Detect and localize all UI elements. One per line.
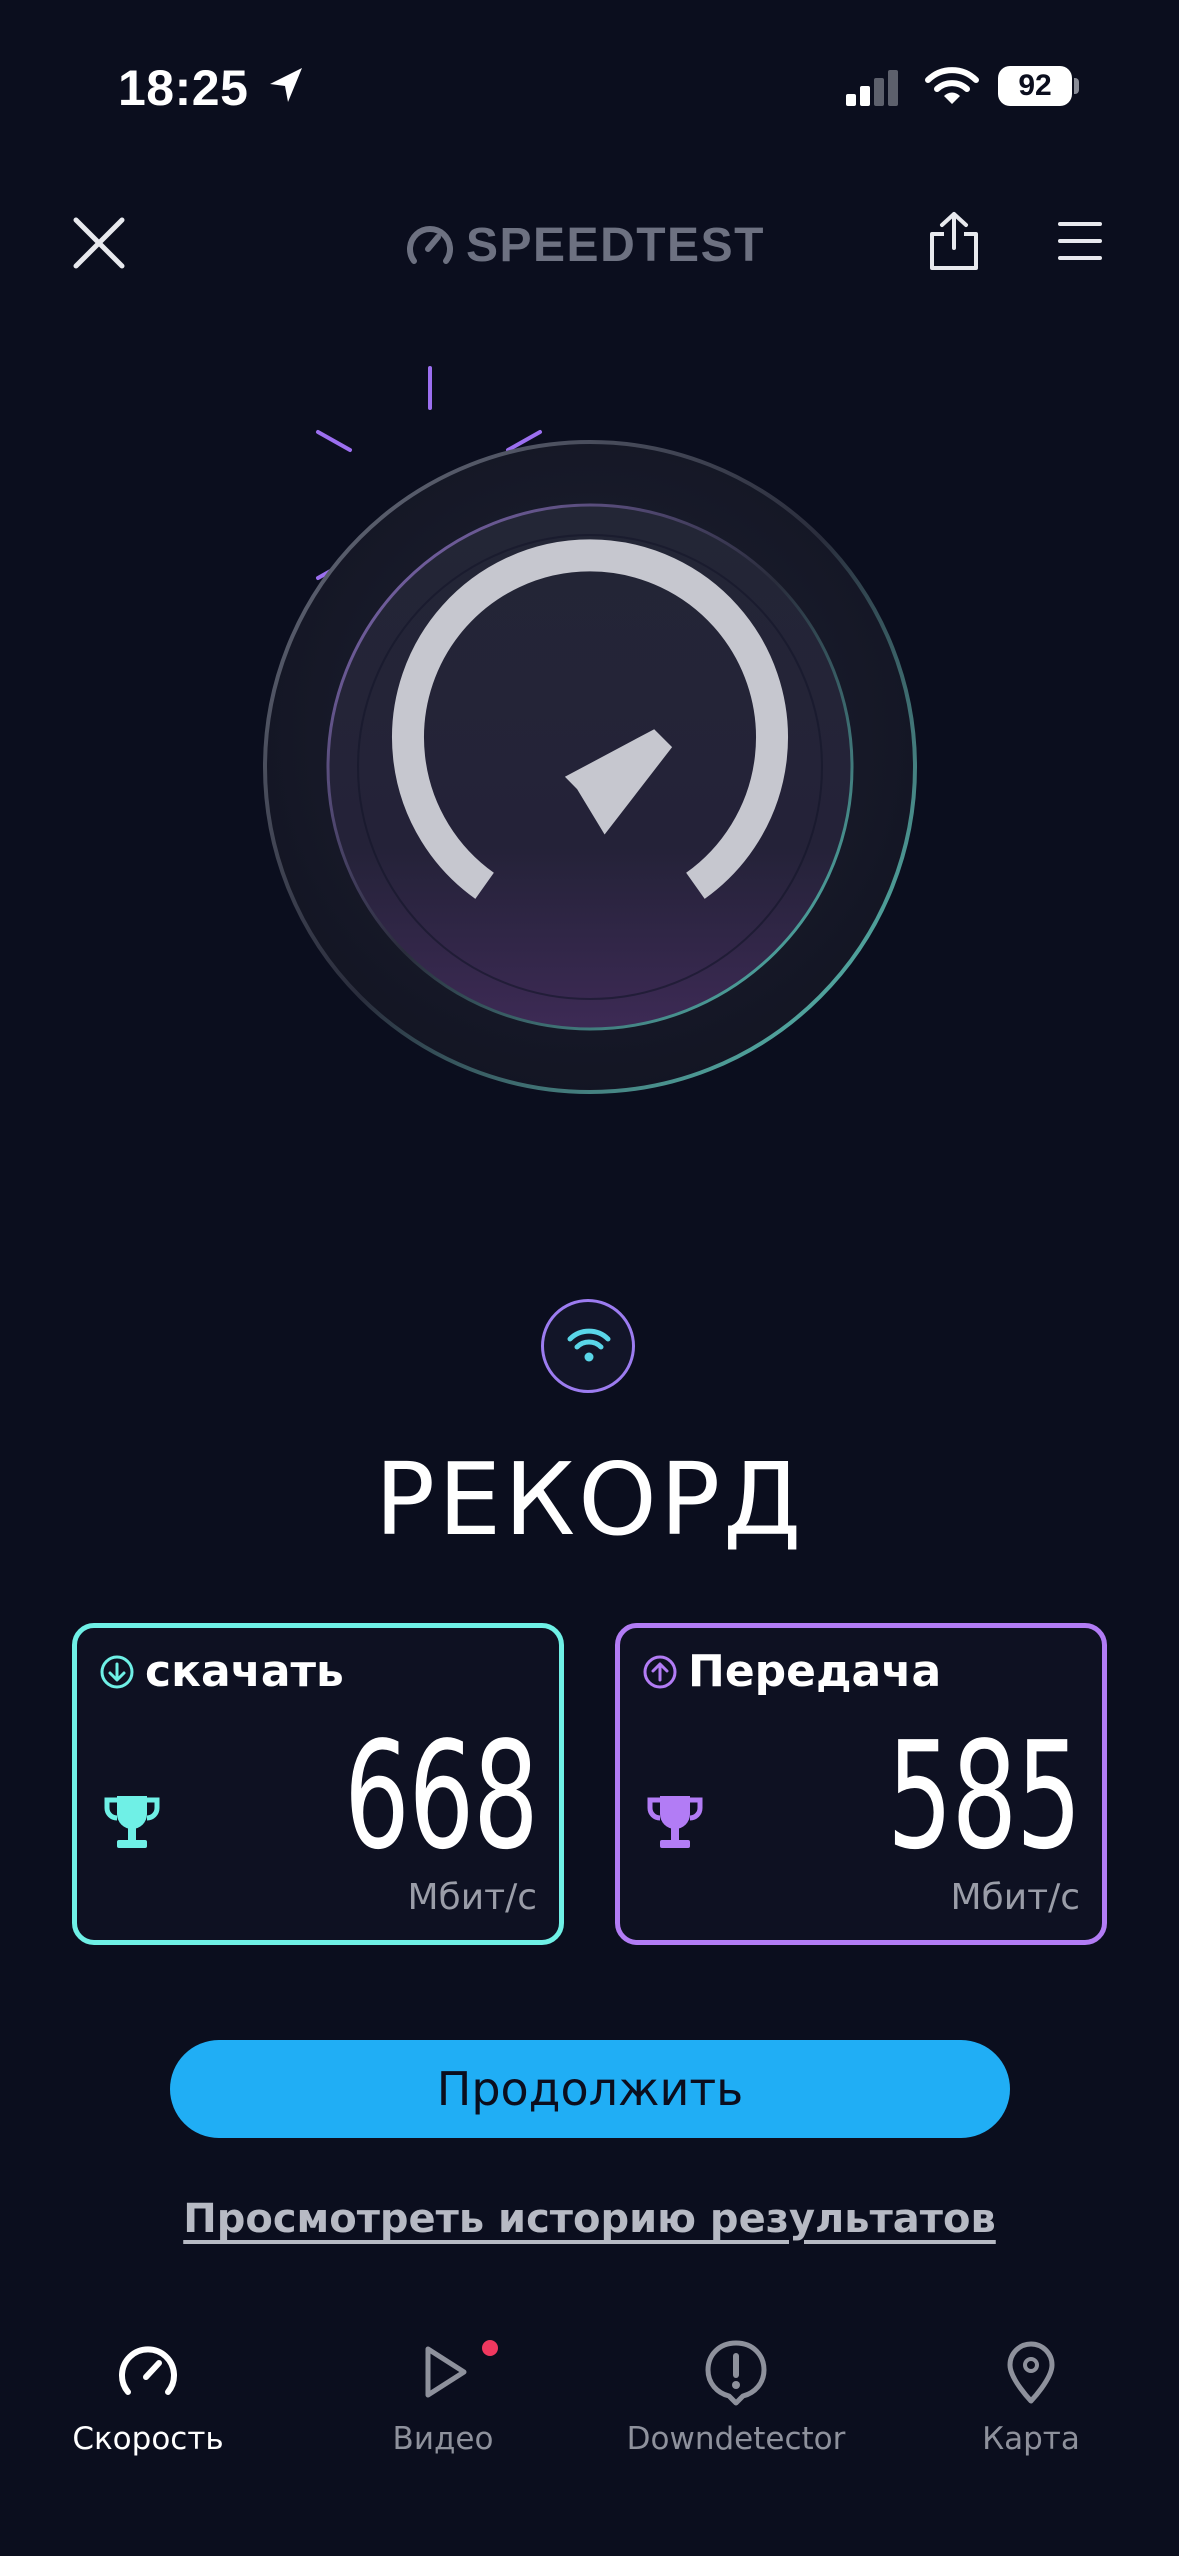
wifi-icon	[567, 1328, 611, 1362]
view-history-link[interactable]: Просмотреть историю результатов	[0, 2196, 1179, 2242]
download-arrow-icon	[100, 1655, 134, 1688]
speedometer-icon	[119, 2346, 177, 2395]
brand-name: SPEEDTEST	[466, 218, 765, 272]
tab-label: Видео	[392, 2421, 494, 2457]
close-icon[interactable]	[66, 210, 132, 276]
menu-icon[interactable]	[1056, 218, 1104, 264]
download-unit: Мбит/с	[407, 1877, 537, 1918]
download-label: скачать	[145, 1646, 344, 1697]
upload-label: Передача	[688, 1646, 942, 1697]
notification-badge	[482, 2340, 498, 2356]
share-icon[interactable]	[924, 208, 984, 274]
wifi-icon	[925, 67, 979, 104]
tab-label: Карта	[982, 2421, 1080, 2457]
play-icon	[425, 2346, 467, 2398]
location-arrow-icon	[270, 68, 302, 102]
tab-downdetector[interactable]: Downdetector	[606, 2325, 866, 2475]
battery-icon: 92	[998, 66, 1072, 106]
trophy-icon	[647, 1796, 703, 1848]
alert-icon	[705, 2340, 767, 2406]
download-result-card: скачать 668 Мбит/с	[72, 1623, 564, 1945]
map-pin-icon	[1007, 2341, 1055, 2404]
tab-video[interactable]: Видео	[313, 2325, 573, 2475]
upload-header: Передача	[642, 1646, 941, 1697]
upload-arrow-icon	[643, 1655, 677, 1688]
trophy-icon	[104, 1796, 160, 1848]
speedtest-logo-icon	[407, 226, 453, 264]
cellular-signal-icon	[846, 70, 898, 106]
speed-gauge	[263, 366, 917, 1094]
upload-unit: Мбит/с	[950, 1877, 1080, 1918]
tab-speed[interactable]: Скорость	[18, 2325, 278, 2475]
download-header: скачать	[99, 1646, 344, 1697]
speedtest-logo: SPEEDTEST	[404, 215, 765, 275]
tab-label: Скорость	[72, 2421, 224, 2457]
connection-type-badge	[541, 1299, 635, 1393]
upload-value: 585	[886, 1710, 1081, 1882]
result-title: РЕКОРД	[374, 1441, 805, 1558]
download-value: 668	[343, 1710, 538, 1882]
speedtest-result-screen: 18:25 92 SPEEDTEST РЕКОРД скачать 668 Мб…	[0, 0, 1179, 2556]
upload-result-card: Передача 585 Мбит/с	[615, 1623, 1107, 1945]
status-time: 18:25	[118, 60, 249, 116]
battery-tip	[1074, 78, 1079, 94]
continue-button[interactable]: Продолжить	[170, 2040, 1010, 2138]
tab-label: Downdetector	[626, 2421, 846, 2457]
tab-map[interactable]: Карта	[901, 2325, 1161, 2475]
